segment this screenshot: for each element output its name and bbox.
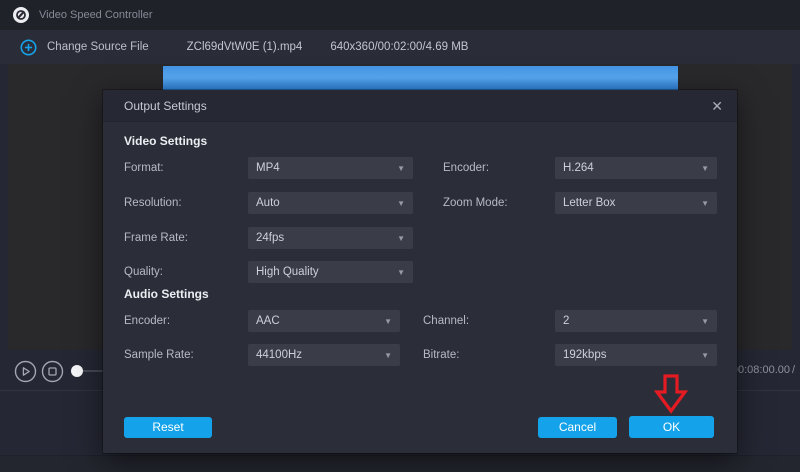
bitrate-dropdown[interactable]: 192kbps ▼: [555, 344, 717, 366]
chevron-down-icon: ▼: [397, 164, 405, 173]
source-file-info: 640x360/00:02:00/4.69 MB: [330, 41, 468, 53]
current-time: 00:08:00.00: [732, 364, 790, 376]
video-settings-heading: Video Settings: [124, 134, 207, 148]
channel-value: 2: [563, 315, 569, 327]
title-bar: Video Speed Controller: [0, 0, 800, 30]
sample-rate-value: 44100Hz: [256, 349, 302, 361]
resolution-value: Auto: [256, 197, 280, 209]
play-icon: [23, 368, 29, 375]
bitrate-value: 192kbps: [563, 349, 606, 361]
chevron-down-icon: ▼: [397, 199, 405, 208]
stop-icon: [49, 368, 56, 375]
sample-rate-dropdown[interactable]: 44100Hz ▼: [248, 344, 400, 366]
frame-rate-dropdown[interactable]: 24fps ▼: [248, 227, 413, 249]
zoom-mode-dropdown[interactable]: Letter Box ▼: [555, 192, 717, 214]
chevron-down-icon: ▼: [701, 199, 709, 208]
frame-rate-label: Frame Rate:: [124, 227, 188, 249]
change-source-file-label: Change Source File: [47, 41, 149, 53]
channel-label: Channel:: [423, 310, 469, 332]
output-settings-dialog: Output Settings ✕ Video Settings Format:…: [103, 90, 737, 453]
dialog-title: Output Settings: [124, 99, 207, 113]
encoder-label: Encoder:: [443, 157, 489, 179]
encoder-dropdown[interactable]: H.264 ▼: [555, 157, 717, 179]
seek-slider-thumb[interactable]: [71, 365, 83, 377]
resolution-label: Resolution:: [124, 192, 182, 214]
chevron-down-icon: ▼: [384, 317, 392, 326]
app-title: Video Speed Controller: [39, 9, 153, 21]
bitrate-label: Bitrate:: [423, 344, 459, 366]
encoder-value: H.264: [563, 162, 594, 174]
play-button[interactable]: [14, 360, 37, 383]
format-dropdown[interactable]: MP4 ▼: [248, 157, 413, 179]
plus-circle-icon: [20, 39, 37, 56]
resolution-dropdown[interactable]: Auto ▼: [248, 192, 413, 214]
chevron-down-icon: ▼: [397, 268, 405, 277]
quality-value: High Quality: [256, 266, 319, 278]
sample-rate-label: Sample Rate:: [124, 344, 194, 366]
format-value: MP4: [256, 162, 280, 174]
zoom-mode-label: Zoom Mode:: [443, 192, 508, 214]
source-filename: ZCl69dVtW0E (1).mp4: [187, 41, 303, 53]
format-label: Format:: [124, 157, 164, 179]
audio-encoder-value: AAC: [256, 315, 280, 327]
channel-dropdown[interactable]: 2 ▼: [555, 310, 717, 332]
reset-button[interactable]: Reset: [124, 417, 212, 438]
close-icon[interactable]: ✕: [711, 99, 723, 113]
chevron-down-icon: ▼: [397, 234, 405, 243]
chevron-down-icon: ▼: [701, 317, 709, 326]
quality-label: Quality:: [124, 261, 163, 283]
time-separator: /: [792, 364, 795, 376]
zoom-mode-value: Letter Box: [563, 197, 615, 209]
audio-encoder-dropdown[interactable]: AAC ▼: [248, 310, 400, 332]
frame-rate-value: 24fps: [256, 232, 284, 244]
ok-button[interactable]: OK: [629, 416, 714, 438]
quality-dropdown[interactable]: High Quality ▼: [248, 261, 413, 283]
audio-settings-heading: Audio Settings: [124, 287, 209, 301]
cancel-button[interactable]: Cancel: [538, 417, 617, 438]
red-arrow-annotation-icon: [654, 373, 688, 415]
chevron-down-icon: ▼: [384, 351, 392, 360]
dialog-header: Output Settings ✕: [103, 90, 737, 122]
chevron-down-icon: ▼: [701, 164, 709, 173]
audio-encoder-label: Encoder:: [124, 310, 170, 332]
change-source-file-button[interactable]: Change Source File: [20, 39, 149, 56]
toolbar: Change Source File ZCl69dVtW0E (1).mp4 6…: [0, 30, 800, 64]
chevron-down-icon: ▼: [701, 351, 709, 360]
footer-lower-strip: [0, 456, 800, 472]
stop-button[interactable]: [41, 360, 64, 383]
app-logo-icon: [12, 6, 30, 24]
speed-segment-bar[interactable]: [163, 66, 678, 90]
